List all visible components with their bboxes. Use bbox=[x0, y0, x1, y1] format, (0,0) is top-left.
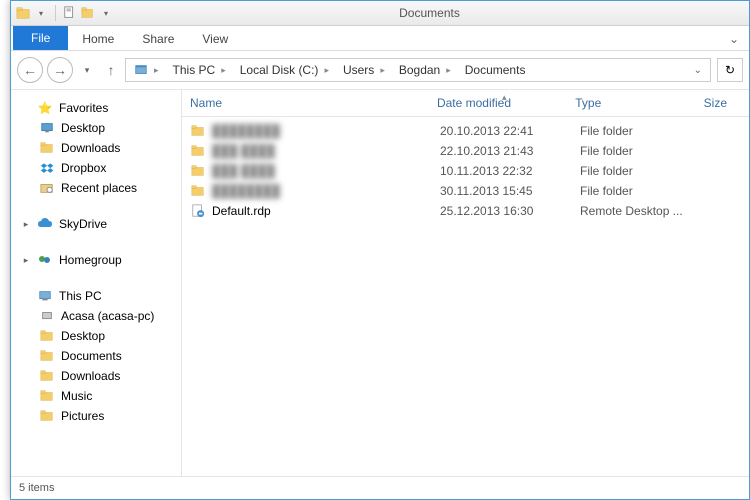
skydrive-group: ▸SkyDrive bbox=[11, 214, 181, 234]
window-title: Documents bbox=[114, 6, 745, 20]
sidebar-item-downloads[interactable]: Downloads bbox=[11, 366, 181, 386]
breadcrumb-thispc[interactable]: This PC▸ bbox=[167, 61, 234, 79]
folder-icon bbox=[190, 183, 206, 199]
new-folder-icon[interactable] bbox=[80, 5, 96, 21]
file-type: File folder bbox=[580, 164, 710, 178]
breadcrumb-documents[interactable]: Documents bbox=[459, 61, 532, 79]
address-bar[interactable]: ▸ This PC▸ Local Disk (C:)▸ Users▸ Bogda… bbox=[125, 58, 711, 82]
body: ⭐Favorites Desktop Downloads Dropbox Rec… bbox=[11, 90, 749, 478]
file-row[interactable]: ████████ 20.10.2013 22:41File folder bbox=[190, 121, 741, 141]
breadcrumb-drive[interactable]: Local Disk (C:)▸ bbox=[234, 61, 337, 79]
file-date: 20.10.2013 22:41 bbox=[440, 124, 580, 138]
cloud-icon bbox=[37, 216, 53, 232]
separator bbox=[55, 5, 56, 21]
file-date: 22.10.2013 21:43 bbox=[440, 144, 580, 158]
navigation-bar: ← → ▾ ↑ ▸ This PC▸ Local Disk (C:)▸ User… bbox=[11, 51, 749, 90]
file-name: ████████ bbox=[212, 124, 280, 138]
file-type: File folder bbox=[580, 184, 710, 198]
folder-icon bbox=[190, 163, 206, 179]
qat-dropdown-icon[interactable]: ▾ bbox=[98, 5, 114, 21]
column-header-name[interactable]: Name bbox=[190, 96, 437, 110]
breadcrumb-users[interactable]: Users▸ bbox=[337, 61, 393, 79]
file-name: ███ ████ bbox=[212, 144, 275, 158]
sidebar-skydrive[interactable]: ▸SkyDrive bbox=[11, 214, 181, 234]
sidebar-homegroup[interactable]: ▸Homegroup bbox=[11, 250, 181, 270]
refresh-button[interactable]: ↻ bbox=[717, 58, 743, 82]
sidebar-desktop[interactable]: Desktop bbox=[11, 118, 181, 138]
folder-icon bbox=[190, 143, 206, 159]
homegroup-icon bbox=[37, 252, 53, 268]
qat-dropdown-icon[interactable]: ▾ bbox=[33, 5, 49, 21]
back-button[interactable]: ← bbox=[17, 57, 43, 83]
folder-icon bbox=[39, 328, 55, 344]
folder-icon bbox=[39, 368, 55, 384]
navigation-pane[interactable]: ⭐Favorites Desktop Downloads Dropbox Rec… bbox=[11, 90, 182, 478]
file-type: Remote Desktop ... bbox=[580, 204, 710, 218]
folder-icon bbox=[39, 348, 55, 364]
up-button[interactable]: ↑ bbox=[101, 58, 121, 82]
forward-button[interactable]: → bbox=[47, 57, 73, 83]
file-row[interactable]: Default.rdp 25.12.2013 16:30Remote Deskto… bbox=[190, 201, 741, 221]
file-type: File folder bbox=[580, 124, 710, 138]
file-list-pane: ▴ Name Date modified Type Size ████████ 2… bbox=[182, 90, 749, 478]
quick-access-toolbar: ▾ ▾ bbox=[15, 5, 114, 21]
explorer-icon bbox=[15, 5, 31, 21]
folder-icon bbox=[39, 388, 55, 404]
rdp-file-icon bbox=[190, 203, 206, 219]
ribbon-expand-icon[interactable]: ⌄ bbox=[719, 28, 749, 50]
file-type: File folder bbox=[580, 144, 710, 158]
file-row[interactable]: ███ ████ 22.10.2013 21:43File folder bbox=[190, 141, 741, 161]
folder-icon bbox=[39, 408, 55, 424]
file-name: ████████ bbox=[212, 184, 280, 198]
breadcrumb-user[interactable]: Bogdan▸ bbox=[393, 61, 459, 79]
file-name: Default.rdp bbox=[212, 204, 271, 218]
sidebar-recent[interactable]: Recent places bbox=[11, 178, 181, 198]
sidebar-item-desktop[interactable]: Desktop bbox=[11, 326, 181, 346]
file-date: 10.11.2013 22:32 bbox=[440, 164, 580, 178]
recent-locations-icon[interactable]: ▾ bbox=[77, 58, 97, 82]
computer-icon bbox=[37, 288, 53, 304]
thispc-group: This PC Acasa (acasa-pc) Desktop Documen… bbox=[11, 286, 181, 426]
network-pc-icon bbox=[39, 308, 55, 324]
sidebar-item-documents[interactable]: Documents bbox=[11, 346, 181, 366]
favorites-group: ⭐Favorites Desktop Downloads Dropbox Rec… bbox=[11, 98, 181, 198]
file-row[interactable]: ███ ████ 10.11.2013 22:32File folder bbox=[190, 161, 741, 181]
dropbox-icon bbox=[39, 160, 55, 176]
star-icon: ⭐ bbox=[37, 100, 53, 116]
column-header-type[interactable]: Type bbox=[575, 96, 703, 110]
file-row[interactable]: ████████ 30.11.2013 15:45File folder bbox=[190, 181, 741, 201]
sidebar-thispc[interactable]: This PC bbox=[11, 286, 181, 306]
explorer-window: ▾ ▾ Documents File Home Share View ⌄ ← →… bbox=[10, 0, 750, 500]
sidebar-downloads[interactable]: Downloads bbox=[11, 138, 181, 158]
sidebar-item-network[interactable]: Acasa (acasa-pc) bbox=[11, 306, 181, 326]
file-date: 25.12.2013 16:30 bbox=[440, 204, 580, 218]
properties-icon[interactable] bbox=[62, 5, 78, 21]
column-headers: ▴ Name Date modified Type Size bbox=[182, 90, 749, 117]
title-bar[interactable]: ▾ ▾ Documents bbox=[11, 1, 749, 26]
file-date: 30.11.2013 15:45 bbox=[440, 184, 580, 198]
sidebar-item-pictures[interactable]: Pictures bbox=[11, 406, 181, 426]
item-count: 5 items bbox=[19, 482, 54, 494]
desktop-icon bbox=[39, 120, 55, 136]
folder-icon bbox=[190, 123, 206, 139]
tab-home[interactable]: Home bbox=[68, 28, 128, 50]
homegroup-group: ▸Homegroup bbox=[11, 250, 181, 270]
sidebar-favorites[interactable]: ⭐Favorites bbox=[11, 98, 181, 118]
tab-share[interactable]: Share bbox=[128, 28, 188, 50]
folder-icon bbox=[39, 140, 55, 156]
ribbon-tabs: File Home Share View ⌄ bbox=[11, 26, 749, 51]
file-name: ███ ████ bbox=[212, 164, 275, 178]
sort-indicator-icon: ▴ bbox=[502, 92, 507, 103]
sidebar-dropbox[interactable]: Dropbox bbox=[11, 158, 181, 178]
breadcrumb-root-icon[interactable]: ▸ bbox=[128, 61, 167, 79]
column-header-size[interactable]: Size bbox=[704, 96, 741, 110]
address-dropdown-icon[interactable]: ⌄ bbox=[688, 65, 708, 76]
tab-view[interactable]: View bbox=[188, 28, 242, 50]
tab-file[interactable]: File bbox=[13, 26, 68, 50]
file-rows[interactable]: ████████20.10.2013 22:41File folder███ █… bbox=[182, 117, 749, 225]
sidebar-item-music[interactable]: Music bbox=[11, 386, 181, 406]
recent-icon bbox=[39, 180, 55, 196]
status-bar: 5 items bbox=[11, 476, 749, 499]
